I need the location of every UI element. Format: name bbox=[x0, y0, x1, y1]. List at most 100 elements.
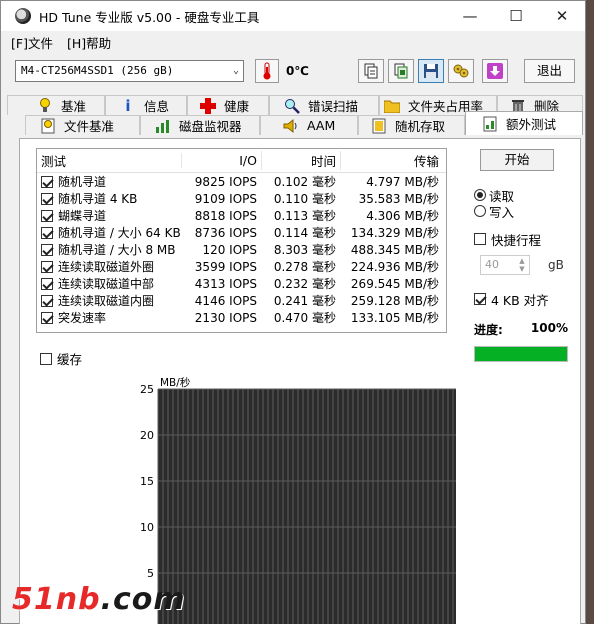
test-name: 连续读取磁道内圈 bbox=[58, 294, 155, 308]
test-checkbox[interactable] bbox=[41, 175, 53, 188]
window-title: HD Tune 专业版 v5.00 - 硬盘专业工具 bbox=[39, 9, 260, 25]
folder-usage-icon bbox=[384, 98, 400, 114]
io-value: 9825 IOPS bbox=[194, 174, 257, 189]
error-scan-icon bbox=[284, 98, 300, 114]
exit-button[interactable]: 退出 bbox=[524, 59, 575, 83]
rate-value: 488.345 MB/秒 bbox=[350, 243, 439, 257]
start-button[interactable]: 开始 bbox=[480, 149, 554, 171]
test-checkbox[interactable] bbox=[41, 209, 53, 222]
download-button[interactable] bbox=[482, 59, 508, 83]
tab-random-access[interactable]: 随机存取 bbox=[358, 115, 465, 135]
rate-value: 259.128 MB/秒 bbox=[350, 294, 439, 308]
toolbar: M4-CT256M4SSD1 (256 gB) ⌄ 0℃ 退出 bbox=[1, 53, 585, 89]
progress-bar bbox=[474, 346, 568, 362]
copy-info-button[interactable] bbox=[358, 59, 384, 83]
time-value: 8.303 毫秒 bbox=[273, 243, 336, 257]
test-name: 连续读取磁道中部 bbox=[58, 277, 155, 291]
test-checkbox[interactable] bbox=[41, 311, 53, 324]
time-value: 0.232 毫秒 bbox=[273, 277, 336, 291]
rate-value: 269.545 MB/秒 bbox=[350, 277, 439, 291]
app-window: HD Tune 专业版 v5.00 - 硬盘专业工具 — ☐ ✕ [F]文件 [… bbox=[0, 0, 586, 624]
header-io[interactable]: I/O bbox=[181, 153, 261, 168]
tab-aam[interactable]: AAM bbox=[260, 115, 358, 135]
io-value: 8736 IOPS bbox=[194, 225, 257, 240]
y-tick-label: 5 bbox=[147, 567, 154, 580]
benchmark-icon bbox=[37, 97, 53, 114]
table-row: 随机寻道 4 KB 9109 IOPS 0.110 毫秒 35.583 MB/秒 bbox=[37, 190, 446, 207]
table-row: 连续读取磁道中部 4313 IOPS 0.232 毫秒 269.545 MB/秒 bbox=[37, 275, 446, 292]
align-4kb-box bbox=[474, 293, 486, 305]
y-tick-label: 20 bbox=[140, 429, 154, 442]
maximize-button[interactable]: ☐ bbox=[493, 1, 539, 31]
cache-checkbox[interactable]: 缓存 bbox=[40, 349, 82, 368]
menu-file[interactable]: [F]文件 bbox=[11, 33, 53, 52]
test-name: 随机寻道 / 大小 64 KB bbox=[58, 226, 181, 240]
menu-help[interactable]: [H]帮助 bbox=[67, 33, 111, 52]
header-test[interactable]: 测试 bbox=[37, 151, 181, 170]
cache-box bbox=[40, 352, 52, 365]
time-value: 0.102 毫秒 bbox=[273, 175, 336, 189]
save-icon bbox=[424, 64, 438, 78]
test-checkbox[interactable] bbox=[41, 294, 53, 307]
test-checkbox[interactable] bbox=[41, 243, 53, 256]
tab-file-benchmark[interactable]: 文件基准 bbox=[25, 115, 140, 135]
tab-info[interactable]: i 信息 bbox=[105, 95, 187, 115]
copy-screen-icon bbox=[394, 63, 408, 79]
thermometer-icon bbox=[255, 59, 279, 83]
tab-extra-tests[interactable]: 额外测试 bbox=[465, 111, 583, 135]
table-row: 随机寻道 / 大小 8 MB 120 IOPS 8.303 毫秒 488.345 MB… bbox=[37, 241, 446, 258]
spin-arrows-icon[interactable]: ▲ ▼ bbox=[516, 257, 528, 273]
short-stroke-unit: gB bbox=[548, 258, 564, 272]
y-tick-label: 25 bbox=[140, 383, 154, 396]
test-name: 连续读取磁道外圈 bbox=[58, 260, 155, 274]
tab-benchmark[interactable]: 基准 bbox=[7, 95, 105, 115]
io-value: 2130 IOPS bbox=[194, 310, 257, 325]
temperature-readout: 0℃ bbox=[286, 64, 309, 78]
tab-error-scan[interactable]: 错误扫描 bbox=[269, 95, 379, 115]
test-checkbox[interactable] bbox=[41, 192, 53, 205]
test-checkbox[interactable] bbox=[41, 260, 53, 273]
tab-strip: 基准 i 信息 健康 错误扫描 文件夹占用率 删除 文件基准 磁盘监视器 AAM… bbox=[7, 95, 583, 139]
info-icon: i bbox=[125, 96, 131, 115]
short-stroke-input[interactable]: 40 ▲ ▼ bbox=[480, 255, 530, 275]
y-tick-label: 10 bbox=[140, 521, 154, 534]
io-value: 4146 IOPS bbox=[194, 293, 257, 308]
hd-tune-app-icon bbox=[15, 8, 31, 24]
table-header: 测试 I/O 时间 传输 bbox=[37, 149, 446, 173]
time-value: 0.470 毫秒 bbox=[273, 311, 336, 325]
short-stroke-checkbox[interactable]: 快捷行程 bbox=[474, 231, 570, 248]
settings-button[interactable] bbox=[448, 59, 474, 83]
test-checkbox[interactable] bbox=[41, 277, 53, 290]
rate-value: 224.936 MB/秒 bbox=[350, 260, 439, 274]
close-button[interactable]: ✕ bbox=[539, 1, 585, 31]
tab-health[interactable]: 健康 bbox=[187, 95, 269, 115]
write-radio[interactable]: 写入 bbox=[474, 203, 570, 220]
site-watermark-logo: 51nb.com bbox=[12, 582, 186, 617]
table-row: 连续读取磁道外圈 3599 IOPS 0.278 毫秒 224.936 MB/秒 bbox=[37, 258, 446, 275]
read-radio-dot bbox=[474, 189, 486, 201]
menu-bar: [F]文件 [H]帮助 bbox=[1, 31, 585, 53]
io-value: 9109 IOPS bbox=[194, 191, 257, 206]
time-value: 0.110 毫秒 bbox=[273, 192, 336, 206]
test-checkbox[interactable] bbox=[41, 226, 53, 239]
tab-disk-monitor[interactable]: 磁盘监视器 bbox=[140, 115, 260, 135]
rate-value: 4.797 MB/秒 bbox=[366, 175, 439, 189]
save-button[interactable] bbox=[418, 59, 444, 83]
table-row: 蝴蝶寻道 8818 IOPS 0.113 毫秒 4.306 MB/秒 bbox=[37, 207, 446, 224]
title-bar: HD Tune 专业版 v5.00 - 硬盘专业工具 — ☐ ✕ bbox=[1, 1, 585, 31]
align-4kb-checkbox[interactable]: 4 KB 对齐 bbox=[474, 291, 570, 308]
aam-icon bbox=[283, 118, 299, 134]
copy-screen-button[interactable] bbox=[388, 59, 414, 83]
header-rate[interactable]: 传输 bbox=[340, 151, 443, 170]
io-value: 3599 IOPS bbox=[194, 259, 257, 274]
minimize-button[interactable]: — bbox=[447, 1, 493, 31]
header-time[interactable]: 时间 bbox=[261, 151, 340, 170]
options-column: 开始 读取 写入 快捷行程 40 ▲ ▼ gB 4 KB 对齐 进度: 100% bbox=[474, 149, 570, 362]
disk-monitor-icon bbox=[155, 118, 171, 134]
extra-tests-panel: 测试 I/O 时间 传输 随机寻道 9825 IOPS 0.102 毫秒 4.797 … bbox=[19, 138, 581, 624]
short-stroke-row: 40 ▲ ▼ gB bbox=[474, 255, 570, 277]
io-value: 8818 IOPS bbox=[194, 208, 257, 223]
y-axis-label: MB/秒 bbox=[160, 376, 191, 389]
chevron-down-icon: ⌄ bbox=[232, 65, 239, 76]
drive-select[interactable]: M4-CT256M4SSD1 (256 gB) ⌄ bbox=[15, 60, 244, 82]
